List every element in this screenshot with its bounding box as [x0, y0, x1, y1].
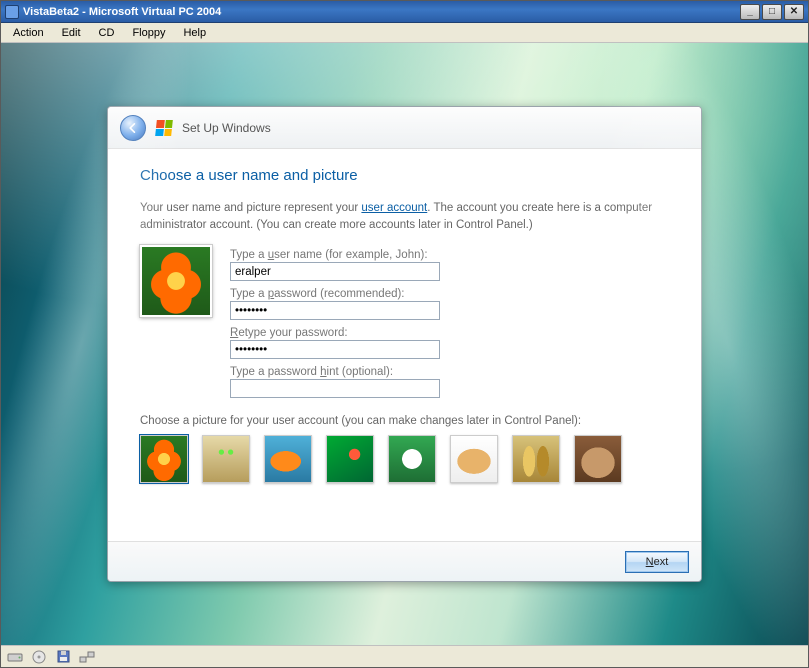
menu-cd[interactable]: CD [91, 25, 123, 41]
cd-drive-icon[interactable] [31, 650, 47, 664]
back-arrow-icon [126, 121, 140, 135]
picture-picker-label: Choose a picture for your user account (… [140, 415, 669, 427]
dialog-footer: Next [108, 541, 701, 581]
titlebar: VistaBeta2 - Microsoft Virtual PC 2004 _… [1, 1, 808, 23]
form-fields: Type a user name (for example, John): Ty… [230, 245, 669, 401]
intro-text: Your user name and picture represent you… [140, 200, 669, 233]
retype-label: Retype your password: [230, 327, 669, 339]
menu-edit[interactable]: Edit [54, 25, 89, 41]
username-label: Type a user name (for example, John): [230, 249, 669, 261]
picture-option-soccer-ball[interactable] [388, 435, 436, 483]
picture-picker [140, 435, 669, 483]
menu-help[interactable]: Help [175, 25, 214, 41]
dialog-header: Set Up Windows [108, 107, 701, 149]
menubar: Action Edit CD Floppy Help [1, 23, 808, 43]
menu-floppy[interactable]: Floppy [124, 25, 173, 41]
password-hint-input[interactable] [230, 379, 440, 398]
picture-option-fish[interactable] [264, 435, 312, 483]
menu-action[interactable]: Action [5, 25, 52, 41]
close-button[interactable]: ✕ [784, 4, 804, 20]
user-account-link[interactable]: user account [361, 202, 427, 214]
picture-option-cat[interactable] [574, 435, 622, 483]
back-button[interactable] [120, 115, 146, 141]
picture-option-chess[interactable] [512, 435, 560, 483]
picture-option-flower[interactable] [140, 435, 188, 483]
virtual-pc-window: VistaBeta2 - Microsoft Virtual PC 2004 _… [0, 0, 809, 668]
dialog-header-title: Set Up Windows [182, 121, 271, 135]
setup-windows-dialog: Set Up Windows Choose a user name and pi… [107, 106, 702, 582]
picture-option-robot[interactable] [202, 435, 250, 483]
network-icon[interactable] [79, 650, 95, 664]
guest-display: Set Up Windows Choose a user name and pi… [1, 43, 808, 645]
floppy-drive-icon[interactable] [55, 650, 71, 664]
maximize-button[interactable]: □ [762, 4, 782, 20]
window-title: VistaBeta2 - Microsoft Virtual PC 2004 [23, 6, 738, 18]
username-input[interactable] [230, 262, 440, 281]
picture-option-dog[interactable] [450, 435, 498, 483]
selected-account-picture [140, 245, 212, 317]
statusbar [1, 645, 808, 667]
retype-password-input[interactable] [230, 340, 440, 359]
intro-prefix: Your user name and picture represent you… [140, 202, 361, 214]
form-row: Type a user name (for example, John): Ty… [140, 245, 669, 401]
next-button[interactable]: Next [625, 551, 689, 573]
picture-option-nature[interactable] [326, 435, 374, 483]
hard-disk-icon[interactable] [7, 650, 23, 664]
dialog-body: Choose a user name and picture Your user… [108, 149, 701, 541]
minimize-button[interactable]: _ [740, 4, 760, 20]
password-label: Type a password (recommended): [230, 288, 669, 300]
page-title: Choose a user name and picture [140, 167, 669, 184]
password-input[interactable] [230, 301, 440, 320]
virtual-pc-icon [5, 5, 19, 19]
hint-label: Type a password hint (optional): [230, 366, 669, 378]
windows-flag-icon [155, 120, 173, 136]
